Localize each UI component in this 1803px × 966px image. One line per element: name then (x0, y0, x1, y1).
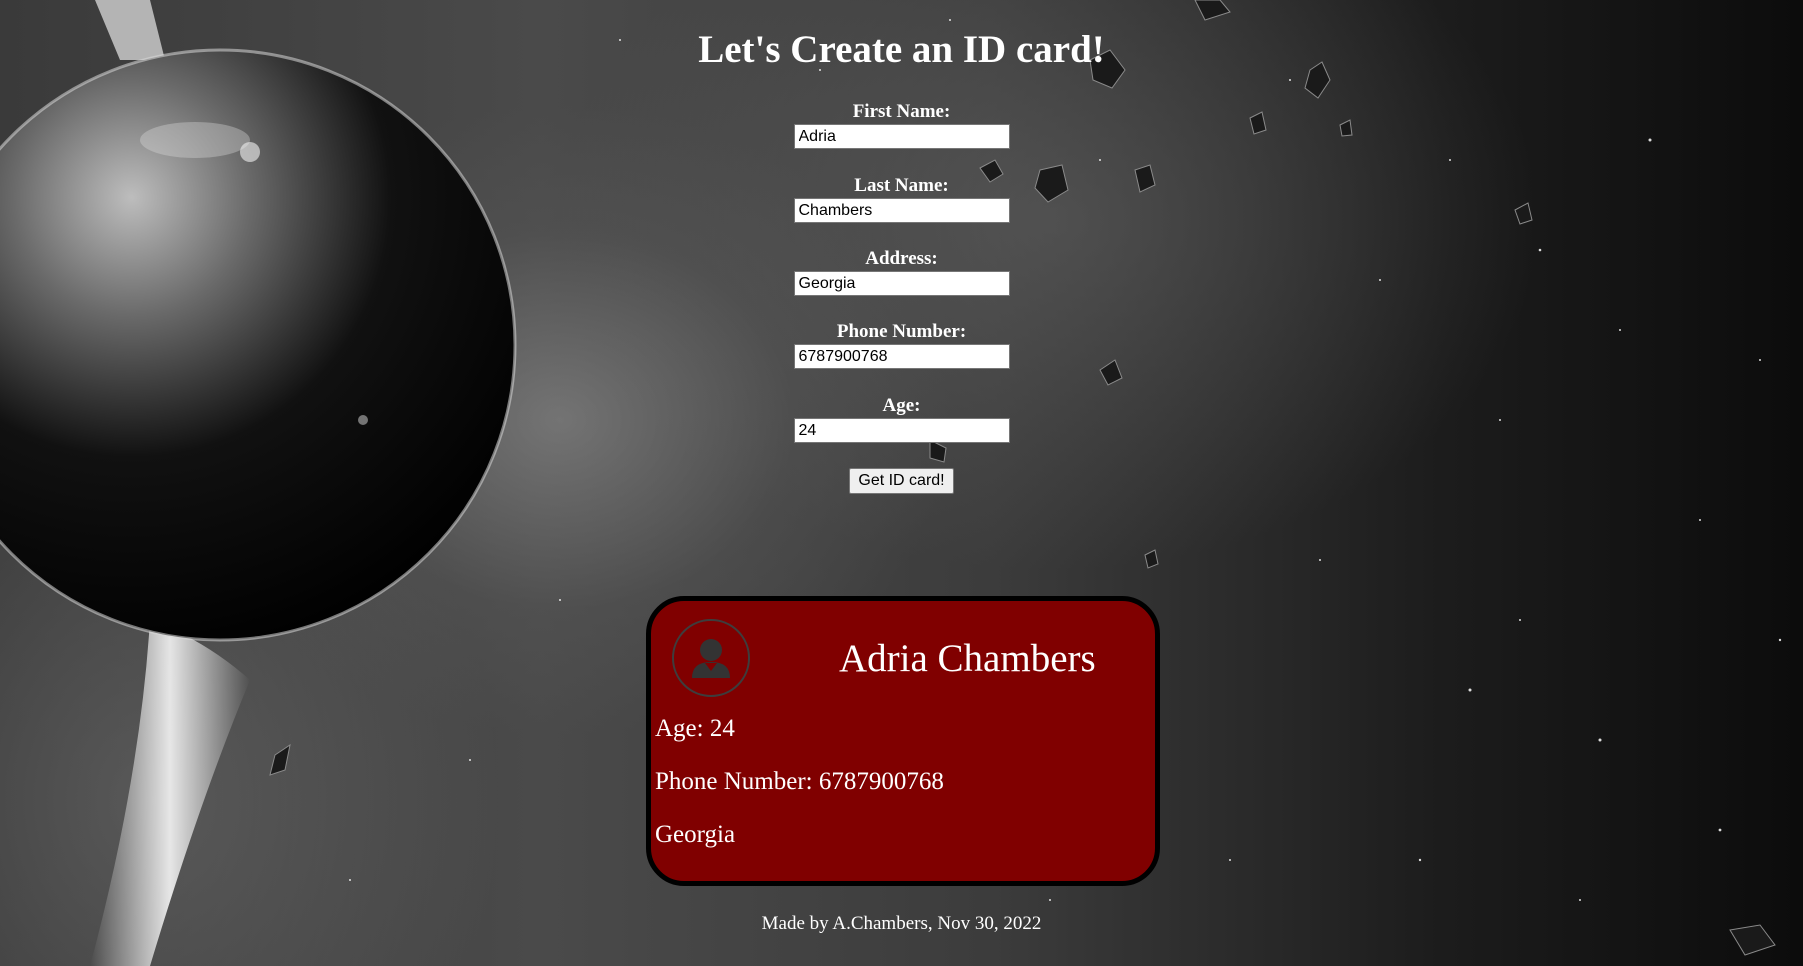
last-name-label: Last Name: (854, 175, 949, 196)
address-input[interactable] (793, 271, 1010, 296)
get-id-card-button[interactable]: Get ID card! (849, 468, 954, 494)
first-name-label: First Name: (852, 101, 951, 122)
last-name-input[interactable] (793, 198, 1010, 223)
last-name-field-group: Last Name: (0, 174, 1803, 223)
phone-field-group: Phone Number: (0, 320, 1803, 369)
page-title: Let's Create an ID card! (698, 28, 1105, 71)
phone-number-label: Phone Number: (836, 321, 967, 342)
card-address: Georgia (655, 821, 736, 848)
user-avatar-icon (672, 619, 750, 697)
first-name-input[interactable] (793, 124, 1010, 149)
phone-number-input[interactable] (793, 344, 1010, 369)
age-label: Age: (882, 395, 921, 416)
address-label: Address: (865, 248, 938, 269)
address-field-group: Address: (0, 247, 1803, 296)
submit-wrap: Get ID card! (0, 468, 1803, 494)
card-full-name: Adria Chambers (839, 637, 1096, 680)
card-phone-number: Phone Number: 6787900768 (655, 768, 944, 795)
card-age: Age: 24 (655, 715, 735, 742)
age-field-group: Age: (0, 394, 1803, 443)
footer-credit: Made by A.Chambers, Nov 30, 2022 (761, 913, 1042, 934)
age-input[interactable] (793, 418, 1010, 443)
first-name-field-group: First Name: (0, 100, 1803, 149)
id-card: Adria Chambers Age: 24 Phone Number: 678… (646, 596, 1160, 886)
